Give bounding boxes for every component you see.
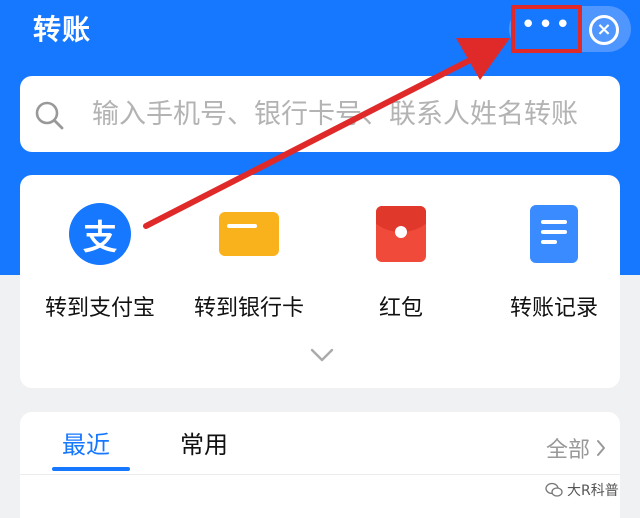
transfer-actions-card: 支 转到支付宝 转到银行卡 红包 转账记录 xyxy=(20,175,620,388)
more-dots-icon: ••• xyxy=(520,10,573,40)
view-all-link[interactable]: 全部 xyxy=(546,432,606,464)
divider xyxy=(20,474,620,475)
page-title: 转账 xyxy=(33,13,92,46)
transfer-record-icon xyxy=(530,205,578,263)
chevron-right-icon xyxy=(597,440,605,456)
action-transfer-records[interactable]: 转账记录 xyxy=(489,175,619,325)
action-label: 转到银行卡 xyxy=(193,296,304,321)
search-bar[interactable] xyxy=(20,76,620,152)
action-label: 转到支付宝 xyxy=(44,296,155,321)
bank-card-icon xyxy=(219,212,279,256)
tab-common[interactable]: 常用 xyxy=(180,430,228,460)
watermark: 大R科普 xyxy=(545,480,619,500)
action-to-alipay[interactable]: 支 转到支付宝 xyxy=(35,175,165,325)
search-input[interactable] xyxy=(92,94,612,134)
alipay-icon: 支 xyxy=(69,203,131,265)
wechat-icon xyxy=(545,482,563,497)
recent-contacts-panel: 最近 常用 全部 xyxy=(20,412,620,518)
tab-recent[interactable]: 最近 xyxy=(62,430,110,460)
close-icon: × xyxy=(596,19,612,40)
more-options-button[interactable]: ••• xyxy=(511,5,582,53)
search-icon xyxy=(35,101,64,130)
chevron-down-icon[interactable] xyxy=(310,343,334,367)
red-packet-icon xyxy=(376,206,426,262)
action-label: 转账记录 xyxy=(509,296,598,321)
action-to-bank-card[interactable]: 转到银行卡 xyxy=(184,175,314,325)
close-button[interactable]: × xyxy=(589,15,619,45)
action-label: 红包 xyxy=(378,296,423,321)
active-tab-indicator xyxy=(52,467,130,471)
action-red-packet[interactable]: 红包 xyxy=(336,175,466,325)
